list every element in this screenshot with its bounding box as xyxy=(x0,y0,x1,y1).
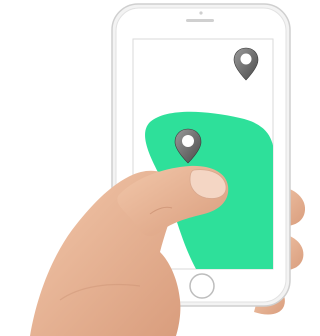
front-camera xyxy=(199,11,203,15)
speaker-grille xyxy=(186,19,214,22)
home-button xyxy=(189,273,215,299)
scene xyxy=(30,3,306,336)
